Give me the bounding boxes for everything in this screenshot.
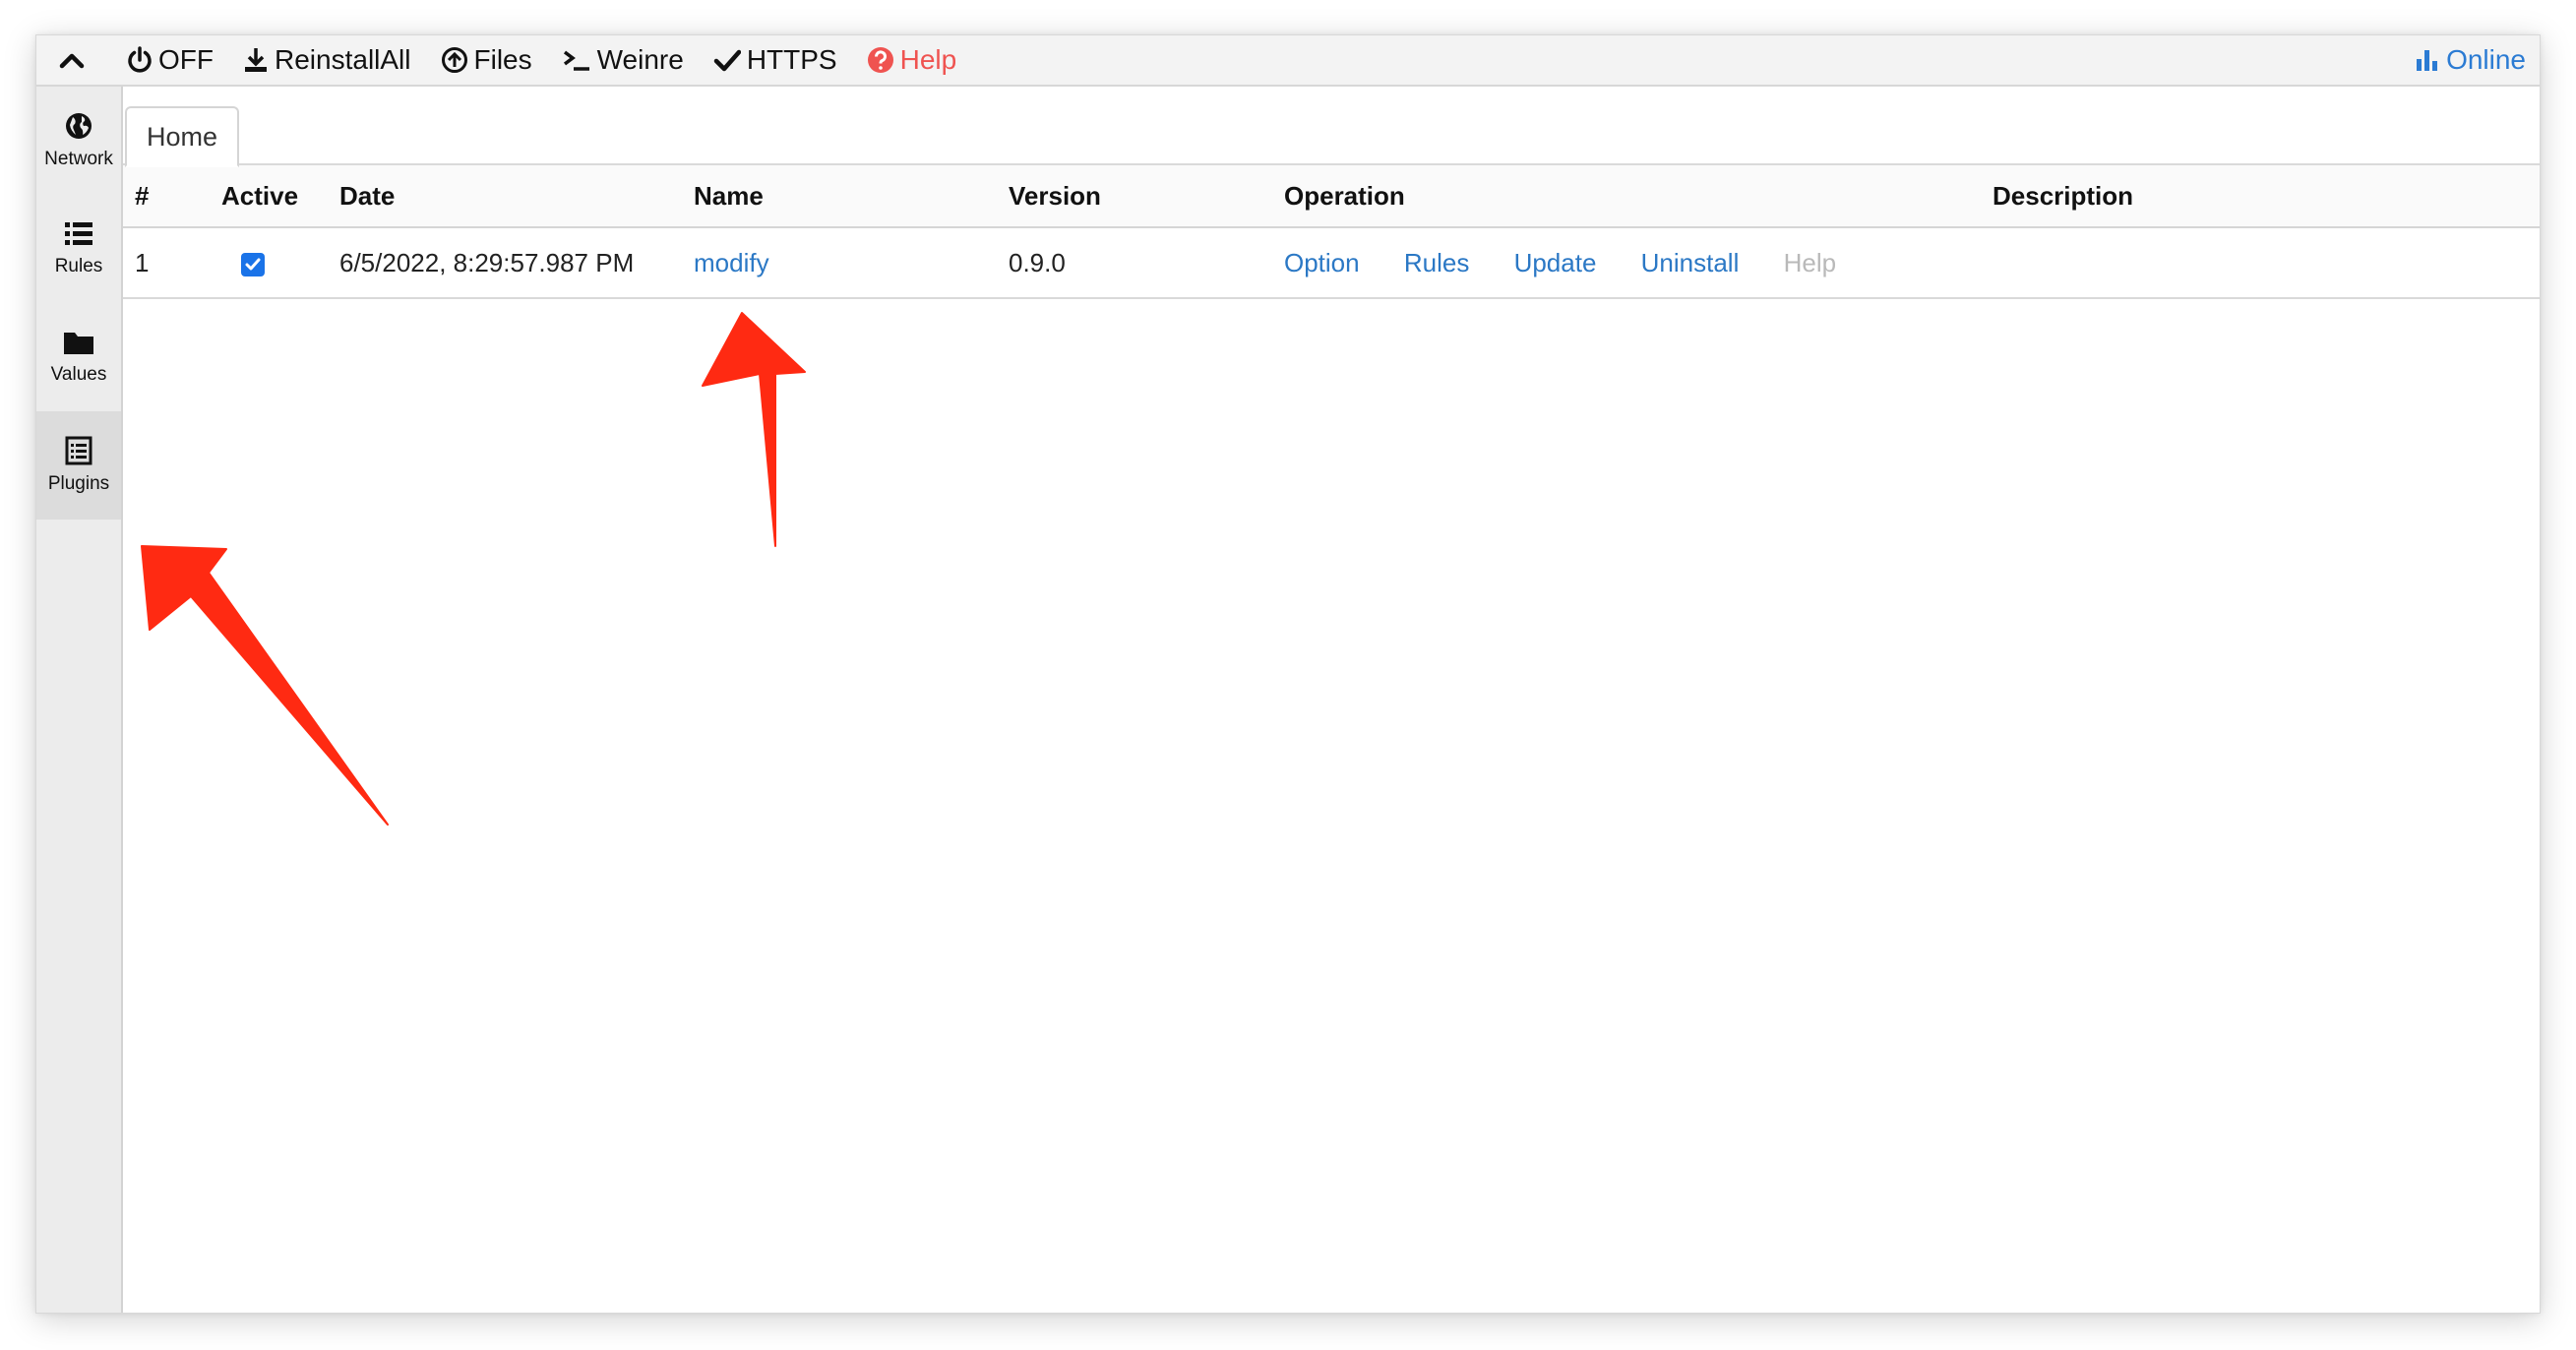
question-circle-icon [867,47,893,73]
tab-home[interactable]: Home [125,106,240,167]
checkmark-icon [245,258,261,270]
tab-bar: Home [123,87,2540,167]
column-header-operation: Operation [1284,165,1993,228]
row-date: 6/5/2022, 8:29:57.987 PM [339,227,694,299]
table-header-row: # Active Date Name Version Operation Des… [123,165,2540,228]
power-icon [128,46,152,73]
weinre-label: Weinre [596,44,684,75]
https-label: HTTPS [746,44,837,75]
row-operations: Option Rules Update Uninstall Help [1284,227,1993,299]
sidebar-item-rules[interactable]: Rules [36,195,121,303]
files-button[interactable]: Files [441,44,532,76]
online-label: Online [2446,44,2526,75]
off-label: OFF [158,44,214,75]
tab-label: Home [147,121,218,152]
collapse-toggle-button[interactable] [36,35,107,85]
top-toolbar: OFF ReinstallAll Files Weinre HTTPS Help… [36,35,2540,87]
check-icon [713,49,741,72]
reinstall-all-button[interactable]: ReinstallAll [243,44,411,76]
row-active-cell [221,227,339,299]
plugin-name-link[interactable]: modify [694,248,769,277]
upload-circle-icon [441,47,467,73]
sidebar-item-values[interactable]: Values [36,303,121,411]
left-sidebar: Network Rules Values Plugins [36,87,123,1313]
list-icon [65,222,92,245]
help-button[interactable]: Help [867,44,957,76]
uninstall-link[interactable]: Uninstall [1641,248,1740,277]
column-header-active: Active [221,165,339,228]
column-header-description: Description [1993,165,2540,228]
plugins-table: # Active Date Name Version Operation Des… [123,165,2540,299]
sidebar-item-label: Network [44,149,113,169]
files-label: Files [473,44,532,75]
globe-icon [66,113,92,139]
row-version: 0.9.0 [1009,227,1284,299]
option-link[interactable]: Option [1284,248,1360,277]
main-content: Home # Active Date Name Version Operatio… [123,87,2540,1313]
sidebar-item-network[interactable]: Network [36,87,121,195]
online-status[interactable]: Online [2415,35,2526,85]
column-header-version: Version [1009,165,1284,228]
table-row: 1 6/5/2022, 8:29:57.987 PM modify 0.9.0 … [123,227,2540,299]
off-button[interactable]: OFF [127,44,214,76]
weinre-button[interactable]: Weinre [562,44,684,76]
reinstall-all-label: ReinstallAll [275,44,411,75]
app-window: OFF ReinstallAll Files Weinre HTTPS Help… [35,34,2541,1314]
sidebar-item-plugins[interactable]: Plugins [36,411,121,520]
column-header-name: Name [694,165,1009,228]
column-header-date: Date [339,165,694,228]
update-link[interactable]: Update [1514,248,1597,277]
row-index: 1 [123,227,221,299]
folder-icon [64,333,93,354]
row-description [1993,227,2540,299]
plugins-icon [65,436,92,465]
terminal-icon [563,50,589,71]
sidebar-item-label: Rules [54,256,103,276]
chevron-up-icon [59,53,85,69]
rules-link[interactable]: Rules [1404,248,1469,277]
bar-chart-icon [2417,50,2438,71]
sidebar-item-label: Values [50,364,107,385]
help-link[interactable]: Help [1784,248,1836,277]
help-label: Help [899,44,957,75]
active-checkbox[interactable] [241,252,265,276]
download-icon [245,48,267,72]
sidebar-item-label: Plugins [47,473,110,494]
column-header-index: # [123,165,221,228]
https-button[interactable]: HTTPS [713,44,837,76]
